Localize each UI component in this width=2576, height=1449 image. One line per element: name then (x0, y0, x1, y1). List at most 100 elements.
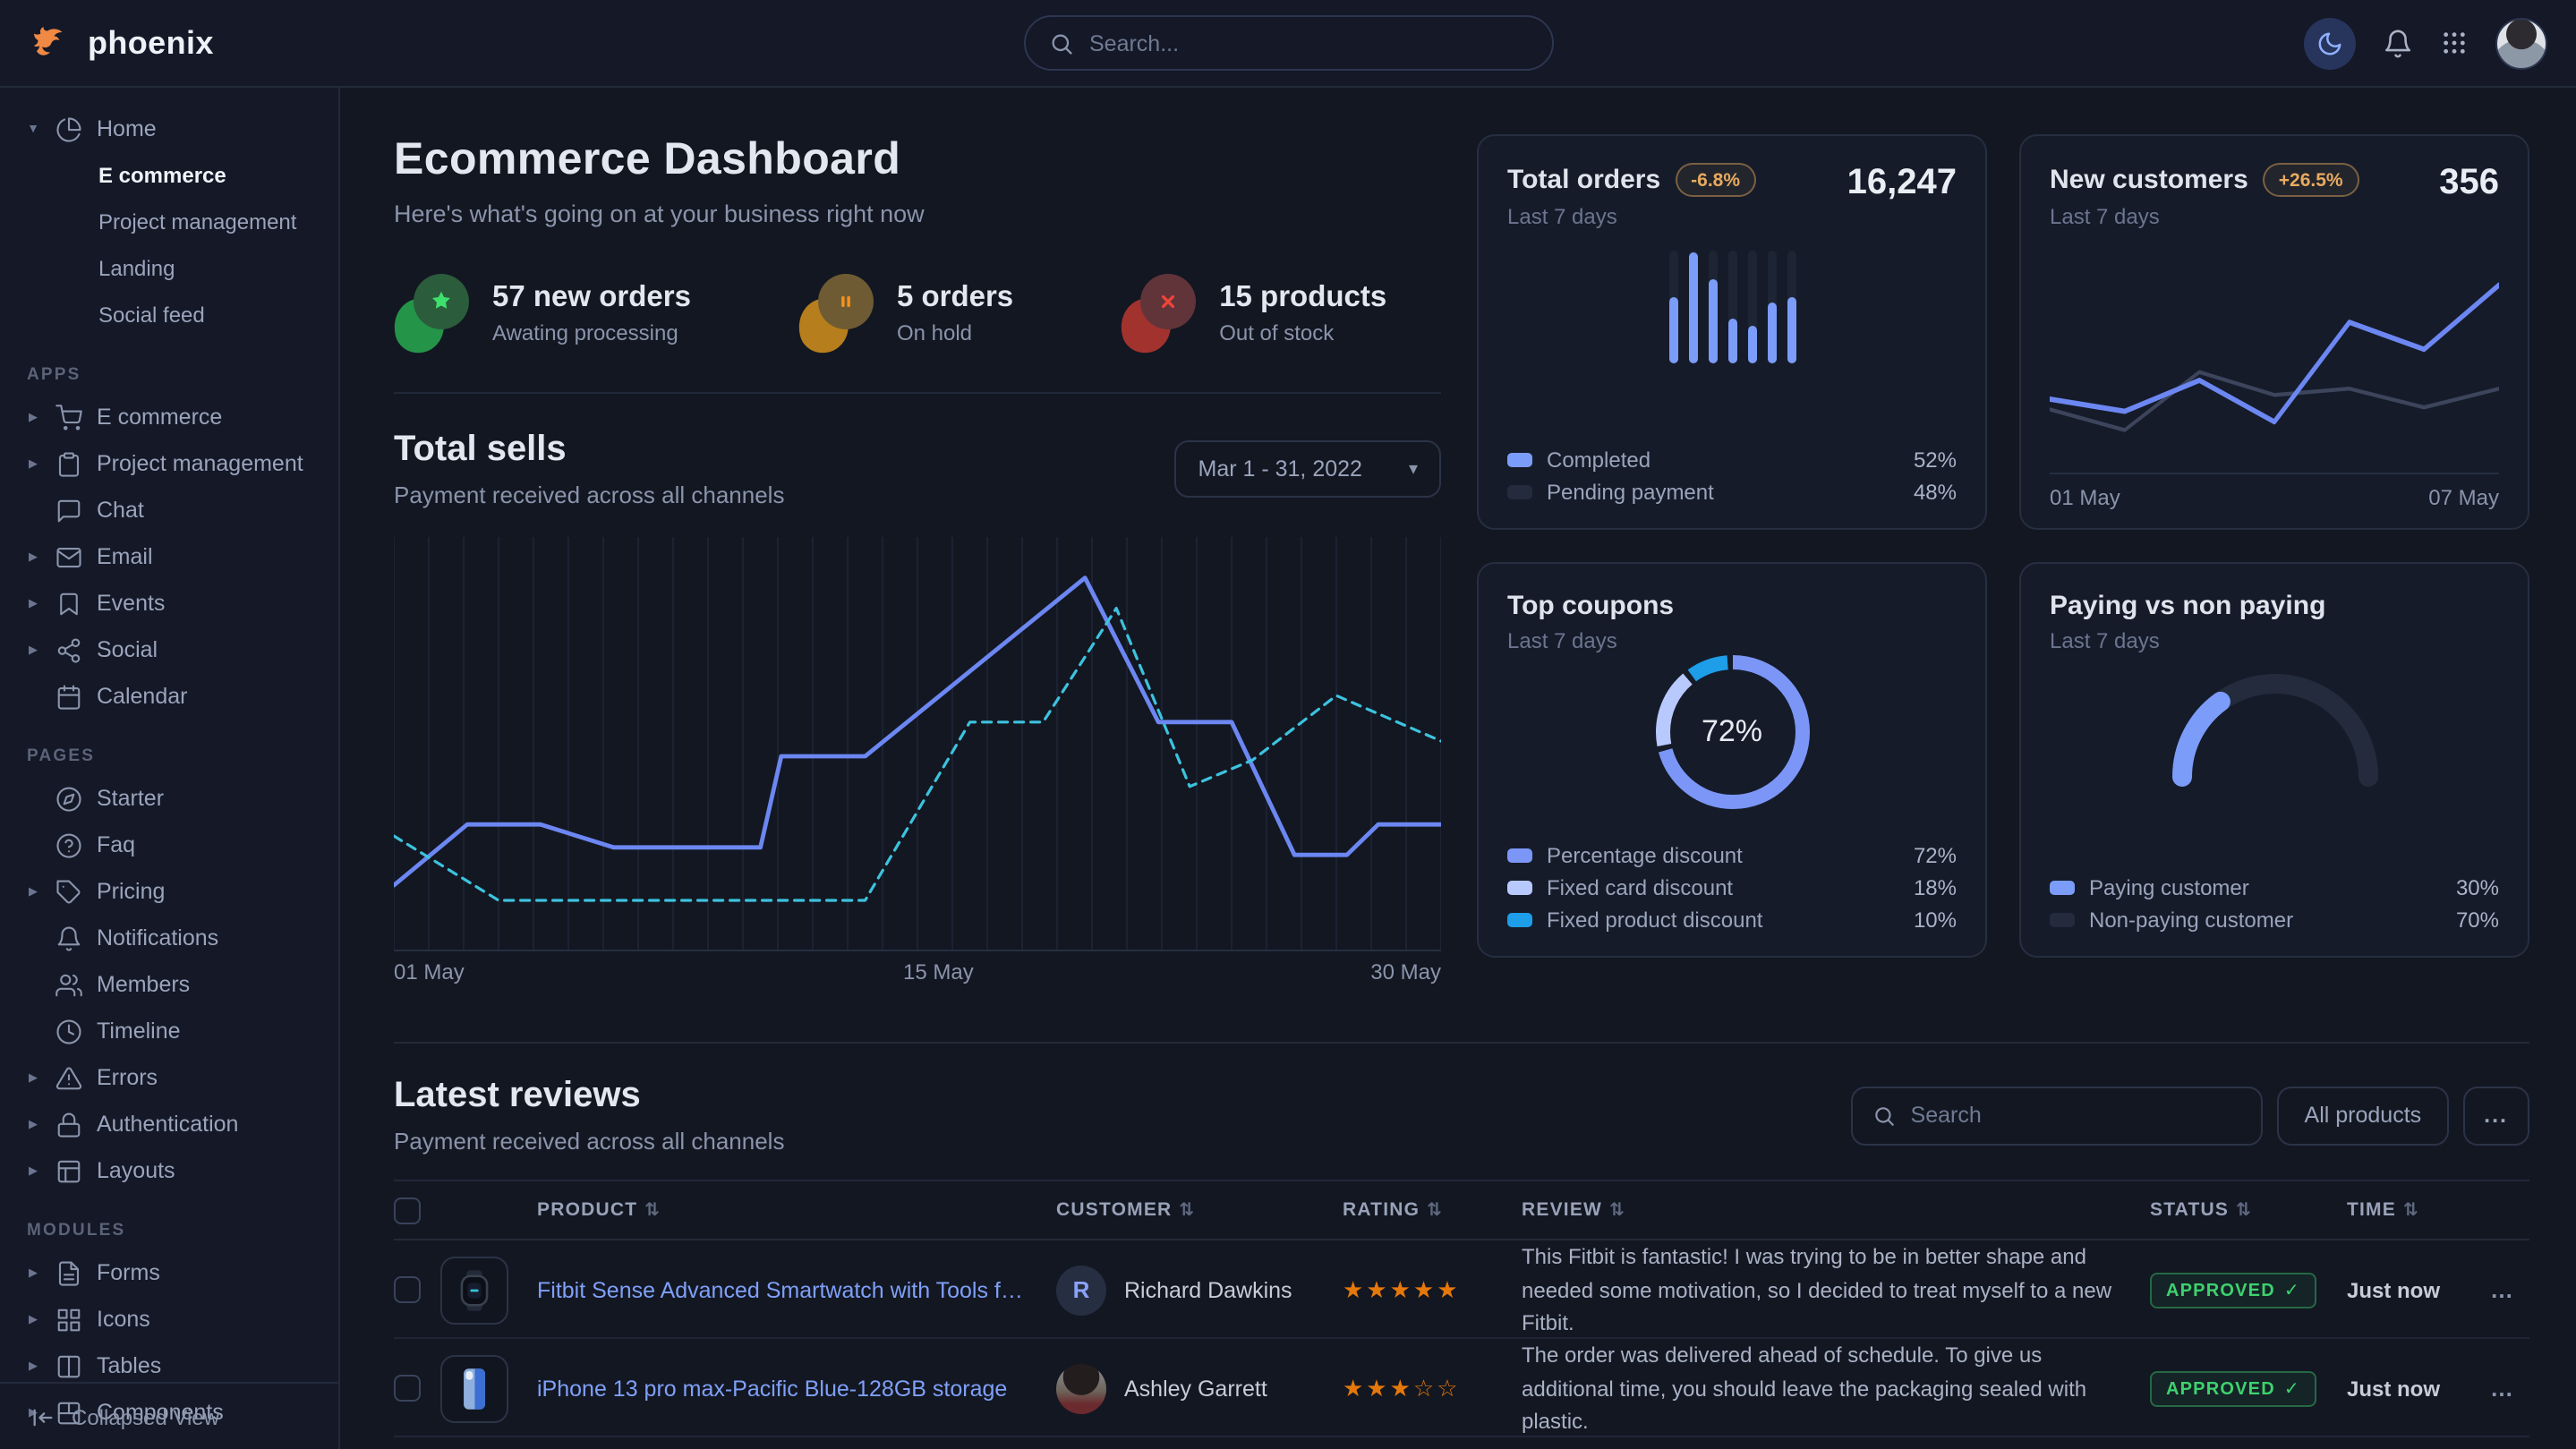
brand[interactable]: phoenix (29, 21, 214, 64)
dashboard-cards: Total orders -6.8% Last 7 days 16,247 Co… (1477, 134, 2529, 1042)
notifications-button[interactable] (2383, 28, 2413, 58)
new-customers-card: New customers +26.5% Last 7 days 356 01 … (2019, 134, 2529, 530)
new-customers-x-axis: 01 May 07 May (2050, 473, 2499, 510)
sidebar-item-pricing[interactable]: ▶Pricing (25, 868, 338, 915)
apps-menu-button[interactable] (2440, 29, 2469, 57)
sidebar-item-email[interactable]: ▶Email (25, 533, 338, 580)
lock-icon (55, 1111, 82, 1138)
sidebar-item-calendar[interactable]: Calendar (25, 673, 338, 720)
sort-icon: ⇅ (1609, 1201, 1625, 1221)
product-link[interactable]: Fitbit Sense Advanced Smartwatch with To… (537, 1278, 1056, 1303)
sidebar-item-icons[interactable]: ▶Icons (25, 1296, 338, 1342)
legend-swatch (1507, 848, 1532, 863)
total-sells-subtitle: Payment received across all channels (394, 482, 784, 508)
sort-icon: ⇅ (1427, 1201, 1443, 1221)
sidebar-item-notifications[interactable]: Notifications (25, 915, 338, 961)
sort-icon: ⇅ (1179, 1201, 1195, 1221)
sidebar-section-label: MODULES (27, 1221, 338, 1240)
global-search-input[interactable] (1089, 30, 1528, 55)
cart-icon (55, 404, 82, 430)
sidebar-item-events[interactable]: ▶Events (25, 580, 338, 626)
bar (1787, 251, 1796, 363)
x-tick: 01 May (394, 959, 465, 984)
sidebar-item-chat[interactable]: Chat (25, 487, 338, 533)
legend-swatch (1507, 881, 1532, 895)
date-range-select[interactable]: Mar 1 - 31, 2022 ▾ (1175, 440, 1442, 498)
sidebar-item-layouts[interactable]: ▶Layouts (25, 1147, 338, 1194)
select-all-checkbox[interactable] (394, 1197, 421, 1223)
total-sells-chart (394, 537, 1441, 952)
chevron-down-icon: ▾ (1409, 459, 1418, 479)
table-row: iPhone 13 pro max-Pacific Blue-128GB sto… (394, 1339, 2529, 1437)
row-checkbox[interactable] (394, 1277, 421, 1304)
sidebar-item-social-feed[interactable]: Social feed (25, 292, 338, 338)
product-link[interactable]: iPhone 13 pro max-Pacific Blue-128GB sto… (537, 1377, 1056, 1402)
main-content: Ecommerce Dashboard Here's what's going … (340, 88, 2576, 1449)
legend-swatch (2050, 913, 2075, 927)
reviews-search-input[interactable] (1911, 1103, 2242, 1128)
reviews-table: PRODUCT⇅ CUSTOMER⇅ RATING⇅ REVIEW⇅ STATU… (394, 1180, 2529, 1449)
column-header-review[interactable]: REVIEW⇅ (1522, 1199, 2150, 1221)
sidebar-item-timeline[interactable]: Timeline (25, 1008, 338, 1054)
card-title: New customers (2050, 165, 2248, 195)
total-orders-card: Total orders -6.8% Last 7 days 16,247 Co… (1477, 134, 1987, 530)
latest-reviews-section: Latest reviews Payment received across a… (394, 1076, 2529, 1449)
reviews-search[interactable] (1852, 1086, 2264, 1145)
sidebar-item-starter[interactable]: Starter (25, 775, 338, 822)
product-thumbnail[interactable] (440, 1257, 508, 1325)
caret-right-icon: ▶ (25, 884, 41, 899)
column-header-product[interactable]: PRODUCT⇅ (537, 1199, 1056, 1221)
latest-reviews-subtitle: Payment received across all channels (394, 1128, 784, 1155)
sidebar-item-social[interactable]: ▶Social (25, 626, 338, 673)
sort-icon: ⇅ (2236, 1201, 2252, 1221)
bar (1668, 251, 1677, 363)
all-products-button[interactable]: All products (2278, 1086, 2449, 1145)
topbar: phoenix (0, 0, 2576, 88)
check-icon: ✓ (2284, 1379, 2300, 1399)
sidebar-item-errors[interactable]: ▶Errors (25, 1054, 338, 1101)
sidebar-item-project-management[interactable]: Project management (25, 199, 338, 245)
row-more-button[interactable]: … (2490, 1376, 2529, 1402)
table-row (394, 1437, 2529, 1449)
new-customers-line-chart (2050, 247, 2499, 476)
caret-right-icon: ▶ (25, 596, 41, 610)
sidebar-item-landing[interactable]: Landing (25, 245, 338, 292)
collapsed-view-toggle[interactable]: Collapsed View (0, 1382, 338, 1449)
sidebar-item-e-commerce[interactable]: ▶E commerce (25, 394, 338, 440)
pause-icon (798, 274, 874, 353)
sidebar-item-authentication[interactable]: ▶Authentication (25, 1101, 338, 1147)
legend-swatch (1507, 453, 1532, 467)
table-icon (55, 1352, 82, 1379)
collapse-arrow-icon (30, 1404, 55, 1429)
sidebar-item-project-management[interactable]: ▶Project management (25, 440, 338, 487)
legend-item: Completed52% (1507, 444, 1957, 476)
sidebar-item-forms[interactable]: ▶Forms (25, 1249, 338, 1296)
donut-center-value: 72% (1653, 653, 1811, 811)
row-checkbox[interactable] (394, 1376, 421, 1402)
table-header-row: PRODUCT⇅ CUSTOMER⇅ RATING⇅ REVIEW⇅ STATU… (394, 1180, 2529, 1240)
sidebar-item-e-commerce[interactable]: E commerce (25, 152, 338, 199)
ecommerce-dashboard-app: phoenix (0, 0, 2576, 1449)
caret-right-icon: ▶ (25, 643, 41, 657)
pie-chart-icon (55, 115, 82, 142)
card-period: Last 7 days (1507, 628, 1957, 653)
total-orders-value: 16,247 (1847, 163, 1957, 204)
column-header-customer[interactable]: CUSTOMER⇅ (1056, 1199, 1343, 1221)
column-header-rating[interactable]: RATING⇅ (1343, 1199, 1522, 1221)
latest-reviews-title: Latest reviews (394, 1076, 784, 1117)
review-text: This Fitbit is fantastic! I was trying t… (1522, 1240, 2150, 1341)
sidebar-item-members[interactable]: Members (25, 961, 338, 1008)
column-header-status[interactable]: STATUS⇅ (2150, 1199, 2347, 1221)
product-thumbnail[interactable] (440, 1355, 508, 1423)
sidebar-item-faq[interactable]: Faq (25, 822, 338, 868)
global-search[interactable] (1023, 15, 1553, 71)
table-body: Fitbit Sense Advanced Smartwatch with To… (394, 1240, 2529, 1449)
chat-icon (55, 497, 82, 524)
user-avatar[interactable] (2495, 17, 2547, 69)
row-more-button[interactable]: … (2490, 1277, 2529, 1304)
caret-right-icon: ▶ (25, 456, 41, 471)
theme-toggle-button[interactable] (2304, 17, 2356, 69)
column-header-time[interactable]: TIME⇅ (2347, 1199, 2490, 1221)
sidebar-item-home[interactable]: ▼Home (25, 106, 338, 152)
more-options-button[interactable]: ... (2462, 1086, 2529, 1145)
